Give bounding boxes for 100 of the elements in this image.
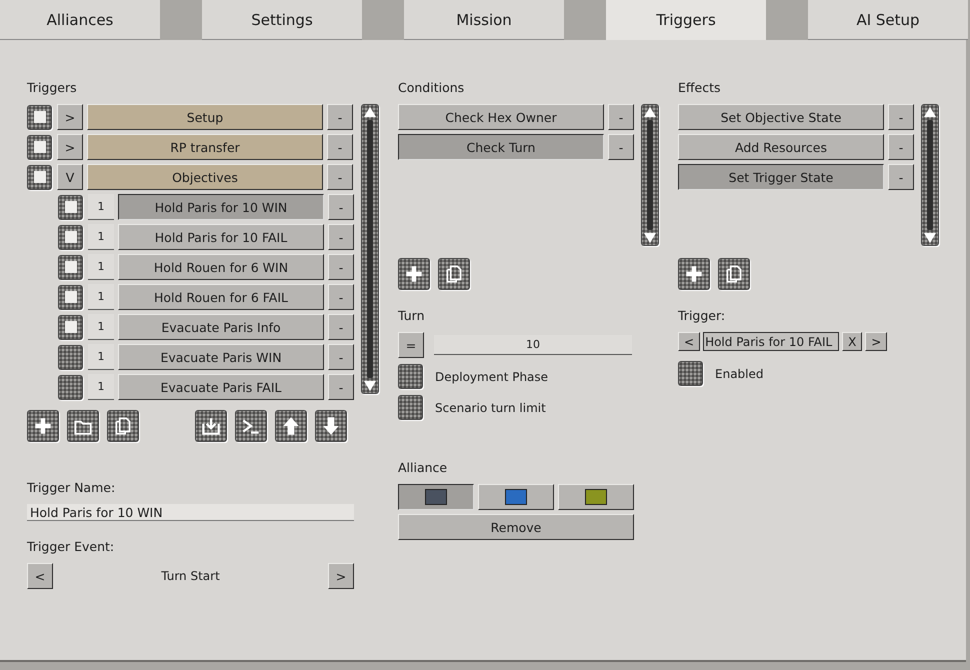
condition-item[interactable]: Check Hex Owner: [398, 104, 604, 130]
remove-button[interactable]: -: [327, 134, 353, 160]
effect-item[interactable]: Add Resources: [678, 134, 884, 160]
remove-button[interactable]: -: [327, 104, 353, 130]
section-title: Turn: [398, 308, 425, 323]
effect-item[interactable]: Set Trigger State: [678, 164, 884, 190]
checkbox[interactable]: [58, 344, 83, 370]
add-button[interactable]: [678, 258, 710, 290]
checkbox[interactable]: [58, 284, 83, 310]
folder-button[interactable]: [67, 410, 99, 442]
checkbox[interactable]: [27, 104, 52, 130]
remove-button[interactable]: -: [608, 134, 634, 160]
section-title: Conditions: [398, 80, 464, 95]
import-button[interactable]: [195, 410, 227, 442]
copy-button[interactable]: [718, 258, 750, 290]
previous-button[interactable]: <: [27, 563, 53, 589]
arrow-down-icon[interactable]: [644, 233, 656, 243]
order-field[interactable]: 1: [88, 344, 114, 370]
scrollbar[interactable]: [641, 104, 659, 246]
tab[interactable]: AI Setup: [808, 0, 968, 40]
tab[interactable]: Triggers: [606, 0, 766, 40]
trigger-group[interactable]: Objectives: [87, 164, 323, 190]
remove-button[interactable]: -: [328, 314, 354, 340]
trigger-item[interactable]: Hold Rouen for 6 WIN: [118, 254, 324, 280]
remove-button[interactable]: -: [328, 224, 354, 250]
trigger-item[interactable]: Hold Paris for 10 FAIL: [118, 224, 324, 250]
copy-button[interactable]: [107, 410, 139, 442]
previous-button[interactable]: <: [678, 332, 700, 351]
move-up-button[interactable]: [275, 410, 307, 442]
add-button[interactable]: [27, 410, 59, 442]
arrow-down-icon[interactable]: [364, 381, 376, 391]
remove-button[interactable]: -: [888, 104, 914, 130]
remove-button[interactable]: -: [328, 194, 354, 220]
checkbox[interactable]: [58, 374, 83, 400]
checkbox-label: Enabled: [715, 366, 764, 380]
remove-button[interactable]: Remove: [398, 514, 634, 540]
next-button[interactable]: >: [865, 332, 888, 351]
remove-button[interactable]: -: [328, 344, 354, 370]
expand-toggle[interactable]: V: [57, 164, 83, 190]
arrow-up-icon[interactable]: [924, 107, 936, 117]
checkbox[interactable]: [58, 254, 83, 280]
arrow-up-icon[interactable]: [364, 107, 376, 117]
tab[interactable]: Mission: [404, 0, 564, 40]
order-field[interactable]: 1: [88, 224, 114, 250]
order-field[interactable]: 1: [88, 314, 114, 340]
console-button[interactable]: [235, 410, 267, 442]
effect-item[interactable]: Set Objective State: [678, 104, 884, 130]
field-label: Trigger Name:: [27, 480, 116, 495]
alliance-button[interactable]: [398, 484, 474, 510]
remove-button[interactable]: -: [608, 104, 634, 130]
checkbox[interactable]: [398, 395, 423, 420]
arrow-up-icon[interactable]: [644, 107, 656, 117]
add-button[interactable]: [398, 258, 430, 290]
trigger-item[interactable]: Hold Rouen for 6 FAIL: [118, 284, 324, 310]
order-field[interactable]: 1: [88, 254, 114, 280]
operator-button[interactable]: =: [398, 332, 424, 358]
checkbox[interactable]: [398, 364, 423, 389]
trigger-item[interactable]: Evacuate Paris Info: [118, 314, 324, 340]
trigger-value: Hold Paris for 10 FAIL: [703, 332, 840, 351]
expand-toggle[interactable]: >: [57, 134, 83, 160]
next-button[interactable]: >: [328, 563, 354, 589]
order-field[interactable]: 1: [88, 194, 114, 220]
remove-button[interactable]: -: [327, 164, 353, 190]
checkbox[interactable]: [27, 134, 52, 160]
trigger-item[interactable]: Evacuate Paris FAIL: [118, 374, 324, 400]
checkbox[interactable]: [27, 164, 52, 190]
turn-field[interactable]: 10: [434, 335, 632, 355]
move-down-button[interactable]: [315, 410, 347, 442]
checkbox-label: Deployment Phase: [435, 370, 548, 384]
clear-button[interactable]: X: [842, 332, 862, 351]
scrollbar[interactable]: [921, 104, 939, 246]
trigger-group[interactable]: Setup: [87, 104, 323, 130]
arrow-down-icon[interactable]: [924, 233, 936, 243]
copy-button[interactable]: [438, 258, 470, 290]
trigger-item[interactable]: Hold Paris for 10 WIN: [118, 194, 324, 220]
condition-item[interactable]: Check Turn: [398, 134, 604, 160]
checkbox[interactable]: [678, 361, 703, 386]
order-field[interactable]: 1: [88, 374, 114, 400]
tab[interactable]: Alliances: [0, 0, 160, 40]
checkbox[interactable]: [58, 224, 83, 250]
remove-button[interactable]: -: [888, 164, 914, 190]
trigger-group[interactable]: RP transfer: [87, 134, 323, 160]
section-title: Triggers: [27, 80, 77, 95]
remove-button[interactable]: -: [328, 254, 354, 280]
remove-button[interactable]: -: [328, 374, 354, 400]
order-field[interactable]: 1: [88, 284, 114, 310]
expand-toggle[interactable]: >: [57, 104, 83, 130]
field-label: Trigger Event:: [27, 539, 114, 554]
remove-button[interactable]: -: [888, 134, 914, 160]
checkbox[interactable]: [58, 194, 83, 220]
scrollbar[interactable]: [361, 104, 379, 394]
trigger-item[interactable]: Evacuate Paris WIN: [118, 344, 324, 370]
event-value: Turn Start: [161, 569, 220, 583]
checkbox-label: Scenario turn limit: [435, 400, 546, 414]
section-title: Effects: [678, 80, 720, 95]
remove-button[interactable]: -: [328, 284, 354, 310]
checkbox[interactable]: [58, 314, 83, 340]
section-title: Alliance: [398, 460, 448, 475]
trigger-name-field[interactable]: Hold Paris for 10 WIN: [27, 504, 354, 521]
tab[interactable]: Settings: [202, 0, 362, 40]
